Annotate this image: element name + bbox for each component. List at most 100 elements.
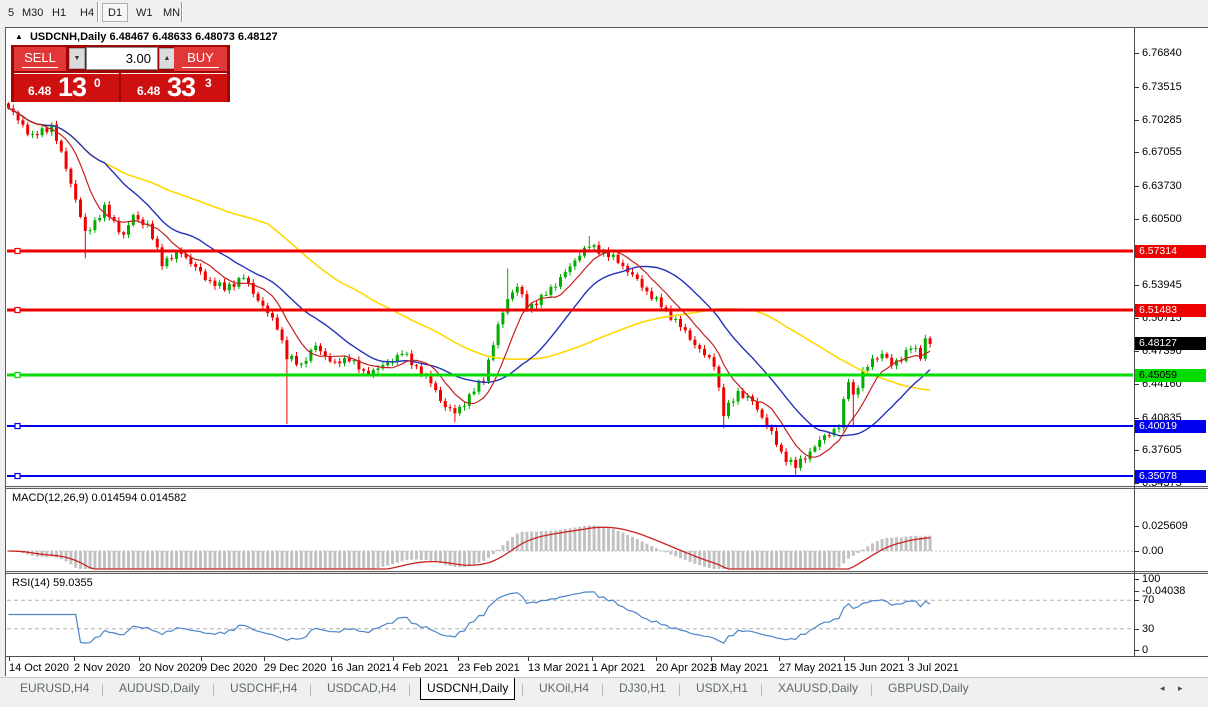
timeframe-button-m30[interactable]: M30 — [16, 3, 49, 22]
candle-body — [209, 280, 212, 281]
chart-title: ▲ USDCNH,Daily 6.48467 6.48633 6.48073 6… — [15, 31, 278, 43]
macd-histogram-bar — [708, 551, 711, 568]
time-tick-mark — [201, 657, 202, 661]
candle-body — [117, 221, 120, 232]
time-tick-mark — [844, 657, 845, 661]
candle-body — [914, 348, 917, 349]
candle-body — [660, 297, 663, 307]
line-anchor-marker[interactable] — [15, 424, 20, 429]
macd-histogram-bar — [324, 551, 327, 569]
candle-body — [333, 361, 336, 362]
buy-price-pips: 33 — [167, 73, 195, 102]
symbol-tab-ukoil[interactable]: UKOil,H4 — [533, 678, 595, 700]
time-tick-label: 27 May 2021 — [779, 662, 843, 674]
time-tick-mark — [711, 657, 712, 661]
macd-histogram-bar — [367, 551, 370, 569]
macd-histogram-bar — [861, 549, 864, 551]
macd-histogram-bar — [319, 551, 322, 569]
macd-histogram-bar — [621, 533, 624, 551]
buy-underline — [182, 67, 219, 68]
line-anchor-marker[interactable] — [15, 308, 20, 313]
line-anchor-marker[interactable] — [15, 474, 20, 479]
macd-histogram-bar — [693, 551, 696, 564]
buy-price-display[interactable]: 6.48 33 3 — [121, 73, 227, 102]
candle-body — [847, 382, 850, 399]
candle-body — [170, 258, 173, 259]
volume-increase-button[interactable]: ▲ — [159, 48, 175, 69]
candle-body — [36, 134, 39, 135]
chart-ohlc-values: 6.48467 6.48633 6.48073 6.48127 — [109, 31, 277, 43]
tab-separator: | — [521, 682, 524, 696]
macd-histogram-bar — [410, 551, 413, 560]
time-tick-mark — [908, 657, 909, 661]
buy-price-point: 3 — [205, 76, 212, 90]
macd-histogram-bar — [813, 551, 816, 569]
candle-body — [909, 349, 912, 350]
macd-histogram-bar — [871, 543, 874, 551]
candle-body — [818, 440, 821, 447]
volume-input[interactable]: 3.00 — [86, 47, 158, 70]
symbol-tab-xauusd[interactable]: XAUUSD,Daily — [772, 678, 864, 700]
macd-histogram-bar — [69, 551, 72, 564]
timeframe-button-w1[interactable]: W1 — [130, 3, 159, 22]
symbol-tab-usdx[interactable]: USDX,H1 — [690, 678, 754, 700]
macd-histogram-bar — [631, 537, 634, 551]
collapse-panel-icon[interactable]: ▲ — [15, 32, 23, 41]
sell-button[interactable]: SELL — [14, 47, 66, 71]
candle-body — [650, 291, 653, 299]
macd-histogram-bar — [353, 551, 356, 569]
symbol-tab-gbpusd[interactable]: GBPUSD,Daily — [882, 678, 975, 700]
tabs-scroll-left-icon[interactable]: ◂ — [1160, 683, 1165, 694]
chart-window: 14 Oct 20202 Nov 202020 Nov 20209 Dec 20… — [5, 27, 1208, 676]
timeframe-button-d1[interactable]: D1 — [102, 3, 128, 22]
candle-body — [261, 301, 264, 306]
macd-histogram-bar — [425, 551, 428, 560]
candle-body — [617, 255, 620, 263]
candle-body — [343, 358, 346, 363]
time-tick-label: 4 Feb 2021 — [393, 662, 449, 674]
macd-histogram-bar — [885, 538, 888, 551]
ma-slow-line — [9, 108, 931, 390]
symbol-tab-usdcad[interactable]: USDCAD,H4 — [321, 678, 402, 700]
macd-histogram-bar — [727, 551, 730, 569]
line-anchor-marker[interactable] — [15, 373, 20, 378]
volume-decrease-button[interactable]: ▼ — [69, 48, 85, 69]
candle-body — [713, 357, 716, 367]
macd-histogram-bar — [674, 551, 677, 556]
macd-histogram-bar — [655, 548, 658, 551]
macd-histogram-bar — [665, 551, 668, 552]
macd-histogram-bar — [55, 551, 58, 558]
macd-histogram-bar — [468, 551, 471, 566]
candle-body — [573, 260, 576, 266]
candle-body — [137, 215, 140, 219]
timeframe-button-h1[interactable]: H1 — [46, 3, 72, 22]
macd-histogram-bar — [137, 551, 140, 569]
candle-body — [641, 279, 644, 288]
macd-histogram-bar — [909, 536, 912, 551]
macd-histogram-bar — [617, 531, 620, 551]
macd-histogram-bar — [751, 551, 754, 569]
candle-body — [98, 218, 101, 220]
candle-body — [348, 358, 351, 361]
macd-histogram-bar — [789, 551, 792, 569]
candle-body — [655, 297, 658, 299]
candle-body — [242, 278, 245, 279]
sell-price-display[interactable]: 6.48 13 0 — [14, 73, 119, 102]
candle-body — [564, 272, 567, 277]
symbol-tab-dj30[interactable]: DJ30,H1 — [613, 678, 672, 700]
tab-separator: | — [870, 682, 873, 696]
symbol-tab-usdcnh[interactable]: USDCNH,Daily — [420, 678, 515, 700]
tab-separator: | — [678, 682, 681, 696]
macd-histogram-bar — [809, 551, 812, 569]
candle-body — [228, 284, 231, 290]
symbol-tab-audusd[interactable]: AUDUSD,Daily — [113, 678, 206, 700]
candle-body — [271, 313, 274, 318]
symbol-tab-eurusd[interactable]: EURUSD,H4 — [14, 678, 95, 700]
symbol-tab-usdchf[interactable]: USDCHF,H4 — [224, 678, 303, 700]
line-anchor-marker[interactable] — [15, 249, 20, 254]
tabs-scroll-right-icon[interactable]: ▸ — [1178, 683, 1183, 694]
buy-button[interactable]: BUY — [174, 47, 227, 71]
candle-body — [823, 435, 826, 440]
macd-histogram-bar — [223, 551, 226, 569]
candle-body — [813, 447, 816, 452]
